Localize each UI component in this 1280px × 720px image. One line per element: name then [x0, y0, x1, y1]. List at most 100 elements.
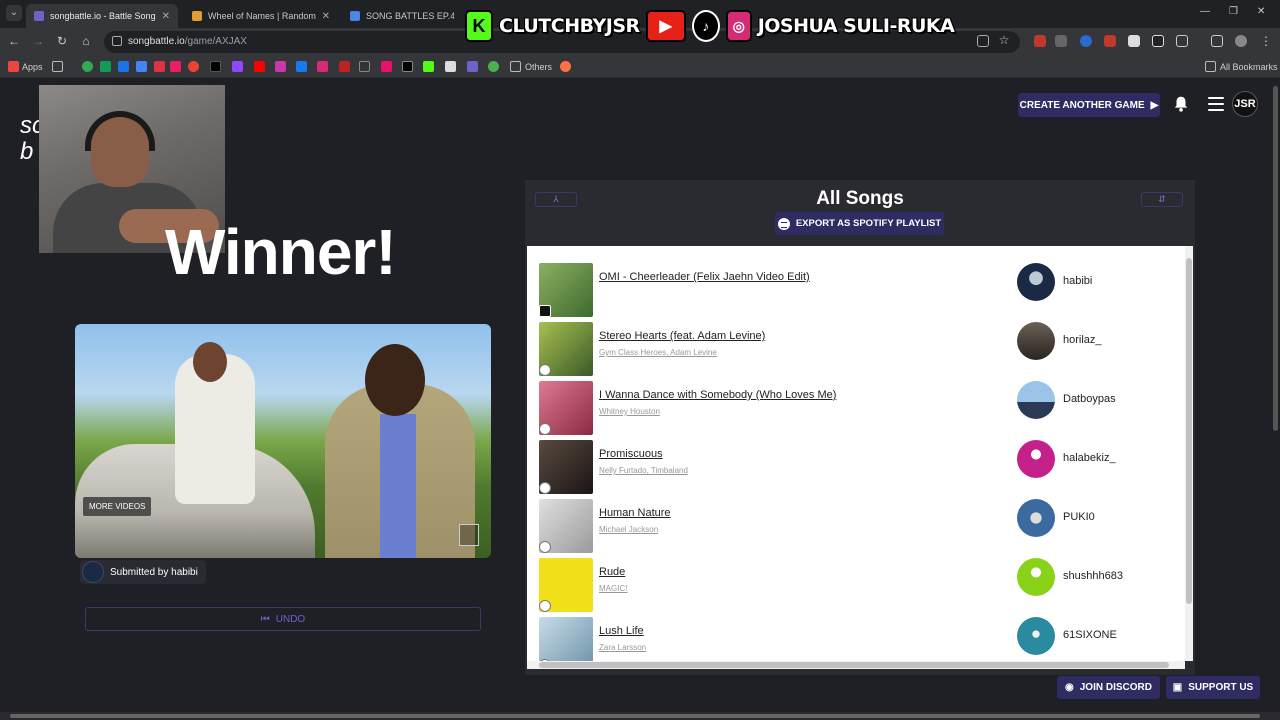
- tab-google-docs[interactable]: SONG BATTLES EP.4 - Google: [342, 4, 462, 28]
- sort-button[interactable]: ⇵: [1141, 192, 1183, 207]
- restore-icon[interactable]: ❐: [1229, 6, 1238, 17]
- bookmark-apps[interactable]: Apps: [22, 62, 43, 72]
- song-row[interactable]: Rude MAGIC! shushhh683: [527, 558, 1185, 617]
- home-icon[interactable]: ⌂: [78, 34, 94, 48]
- submitter-avatar[interactable]: [1017, 263, 1055, 301]
- submitter-avatar[interactable]: [1017, 499, 1055, 537]
- tab-songbattle[interactable]: songbattle.io - Battle Songs ag ✕: [26, 4, 178, 28]
- undo-button[interactable]: ⏮ Undo: [85, 607, 481, 631]
- site-info-icon[interactable]: [112, 36, 122, 46]
- bookmark-icon[interactable]: [118, 61, 129, 72]
- song-thumbnail[interactable]: [539, 558, 593, 612]
- extension-icon[interactable]: [1034, 35, 1046, 47]
- bookmark-icon[interactable]: [188, 61, 199, 72]
- forward-icon[interactable]: →: [30, 34, 46, 48]
- bookmark-folder-others[interactable]: Others: [525, 62, 552, 72]
- song-row[interactable]: Human Nature Michael Jackson PUKI0: [527, 499, 1185, 558]
- song-thumbnail[interactable]: [539, 381, 593, 435]
- bookmark-icon[interactable]: [339, 61, 350, 72]
- song-list-horizontal-scrollbar[interactable]: [527, 661, 1185, 669]
- tab-search-icon[interactable]: ⌄: [6, 5, 22, 21]
- page-vertical-scrollbar[interactable]: [1272, 80, 1280, 712]
- browser-menu-icon[interactable]: ⋮: [1258, 34, 1274, 48]
- song-artist[interactable]: MAGIC!: [599, 584, 627, 593]
- apps-grid-icon[interactable]: [8, 61, 19, 72]
- song-row[interactable]: Stereo Hearts (feat. Adam Levine) Gym Cl…: [527, 322, 1185, 381]
- song-title[interactable]: OMI - Cheerleader (Felix Jaehn Video Edi…: [599, 271, 810, 283]
- bookmark-icon[interactable]: [100, 61, 111, 72]
- grid-icon[interactable]: [52, 61, 63, 72]
- extension-icon[interactable]: [1080, 35, 1092, 47]
- support-us-button[interactable]: ▣ Support us: [1166, 676, 1260, 699]
- song-thumbnail[interactable]: [539, 263, 593, 317]
- bookmark-icon[interactable]: [381, 61, 392, 72]
- bookmark-star-icon[interactable]: ☆: [996, 33, 1012, 47]
- extensions-puzzle-icon[interactable]: [1176, 35, 1188, 47]
- video-control-icon[interactable]: [459, 524, 479, 546]
- bookmark-icon[interactable]: [488, 61, 499, 72]
- close-tab-icon[interactable]: ✕: [156, 11, 170, 22]
- notification-bell-icon[interactable]: [1172, 95, 1190, 113]
- bookmark-icon[interactable]: [445, 61, 456, 72]
- more-videos-button[interactable]: More videos: [83, 497, 152, 516]
- submitter-avatar[interactable]: [1017, 440, 1055, 478]
- bookmark-icon[interactable]: [154, 61, 165, 72]
- close-tab-icon[interactable]: ✕: [316, 11, 330, 22]
- page-horizontal-scrollbar[interactable]: [0, 712, 1280, 720]
- song-thumbnail[interactable]: [539, 322, 593, 376]
- song-title[interactable]: I Wanna Dance with Somebody (Who Loves M…: [599, 389, 836, 401]
- submitter-avatar[interactable]: [1017, 381, 1055, 419]
- instagram-bookmark-icon[interactable]: [317, 61, 328, 72]
- song-thumbnail[interactable]: [539, 617, 593, 661]
- create-another-game-button[interactable]: Create another game ▶: [1018, 93, 1160, 117]
- song-thumbnail[interactable]: [539, 499, 593, 553]
- kick-bookmark-icon[interactable]: [423, 61, 434, 72]
- youtube-bookmark-icon[interactable]: [254, 61, 265, 72]
- pdf-extension-icon[interactable]: [1104, 35, 1116, 47]
- submitter-avatar[interactable]: [1017, 617, 1055, 655]
- extension-icon[interactable]: [1128, 35, 1140, 47]
- bookmark-icon[interactable]: [359, 61, 370, 72]
- song-title[interactable]: Rude: [599, 566, 625, 578]
- song-row[interactable]: OMI - Cheerleader (Felix Jaehn Video Edi…: [527, 263, 1185, 322]
- song-artist[interactable]: Michael Jackson: [599, 525, 658, 534]
- reading-list-icon[interactable]: [1211, 35, 1223, 47]
- song-row[interactable]: Promiscuous Nelly Furtado, Timbaland hal…: [527, 440, 1185, 499]
- tab-wheel-of-names[interactable]: Wheel of Names | Random nam ✕: [184, 4, 338, 28]
- song-list-vertical-scrollbar[interactable]: [1185, 246, 1193, 661]
- submitter-avatar[interactable]: [1017, 322, 1055, 360]
- song-title[interactable]: Promiscuous: [599, 448, 663, 460]
- bookmark-icon[interactable]: [560, 61, 571, 72]
- song-title[interactable]: Stereo Hearts (feat. Adam Levine): [599, 330, 765, 342]
- winner-video-player[interactable]: More videos: [75, 324, 491, 558]
- x-bookmark-icon[interactable]: [402, 61, 413, 72]
- extension-icon[interactable]: [1055, 35, 1067, 47]
- reload-icon[interactable]: ↻: [54, 34, 70, 48]
- install-app-icon[interactable]: [977, 35, 989, 47]
- song-list[interactable]: OMI - Cheerleader (Felix Jaehn Video Edi…: [527, 246, 1185, 661]
- bookmark-icon[interactable]: [136, 61, 147, 72]
- profile-avatar-icon[interactable]: [1235, 35, 1247, 47]
- export-spotify-button[interactable]: Export as Spotify Playlist: [775, 212, 944, 235]
- song-row[interactable]: I Wanna Dance with Somebody (Who Loves M…: [527, 381, 1185, 440]
- song-title[interactable]: Human Nature: [599, 507, 671, 519]
- facebook-bookmark-icon[interactable]: [296, 61, 307, 72]
- song-artist[interactable]: Nelly Furtado, Timbaland: [599, 466, 688, 475]
- bookmark-icon[interactable]: [82, 61, 93, 72]
- song-thumbnail[interactable]: [539, 440, 593, 494]
- twitch-bookmark-icon[interactable]: [232, 61, 243, 72]
- song-title[interactable]: Lush Life: [599, 625, 644, 637]
- bookmark-icon[interactable]: [275, 61, 286, 72]
- join-discord-button[interactable]: ◉ Join Discord: [1057, 676, 1160, 699]
- close-window-icon[interactable]: ✕: [1257, 6, 1265, 17]
- bookmark-all-bookmarks[interactable]: All Bookmarks: [1220, 62, 1278, 72]
- minimize-icon[interactable]: —: [1200, 6, 1210, 17]
- submitter-avatar[interactable]: [1017, 558, 1055, 596]
- song-artist[interactable]: Whitney Houston: [599, 407, 660, 416]
- song-row[interactable]: Lush Life Zara Larsson 61SIXONE: [527, 617, 1185, 661]
- user-avatar[interactable]: JSR: [1232, 91, 1258, 117]
- tiktok-bookmark-icon[interactable]: [210, 61, 221, 72]
- song-artist[interactable]: Zara Larsson: [599, 643, 646, 652]
- bookmark-icon[interactable]: [170, 61, 181, 72]
- extension-icon[interactable]: [1152, 35, 1164, 47]
